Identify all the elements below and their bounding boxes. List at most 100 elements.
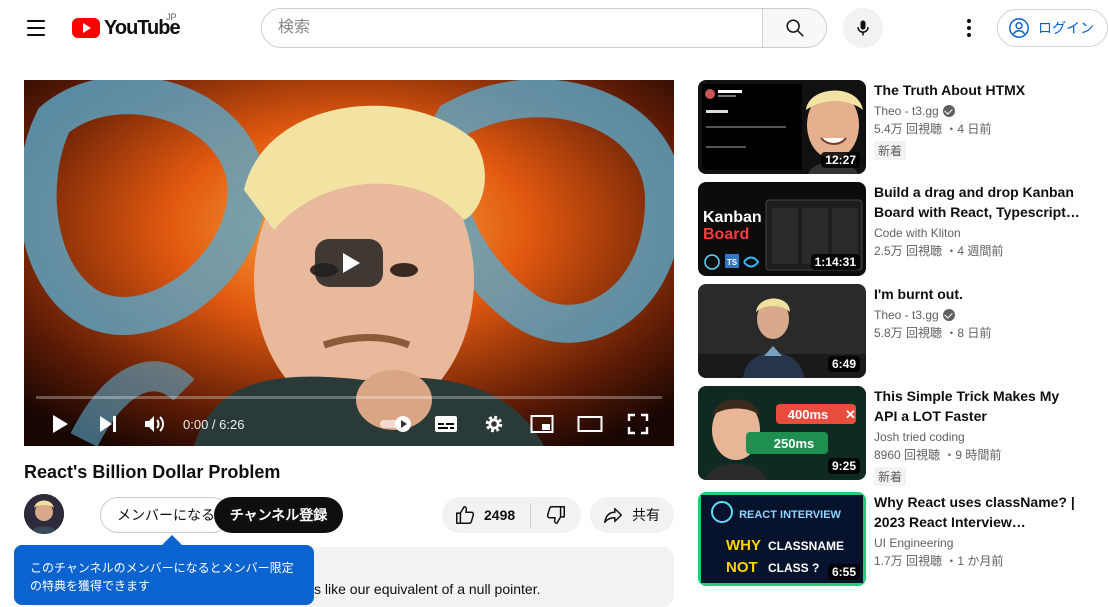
volume-button[interactable] <box>140 402 168 446</box>
thumbnail-text-kanban: Kanban <box>703 209 762 226</box>
thumbnail-text-fast: 250ms <box>774 436 814 451</box>
video-duration: 9:25 <box>827 458 860 474</box>
video-title[interactable]: Build a drag and drop Kanban Board with … <box>874 182 1080 222</box>
subtitles-icon <box>435 416 457 432</box>
thumbs-up-icon <box>456 506 475 524</box>
video-info: Why React uses className? | 2023 React I… <box>874 492 1084 569</box>
video-player[interactable]: 0:00 / 6:26 <box>24 80 674 446</box>
thumbnail-text-heading: REACT INTERVIEW <box>739 509 841 521</box>
recommendation-item[interactable]: TS Kanban Board 1:14:31 Build a drag and… <box>698 182 1098 276</box>
settings-more-icon[interactable] <box>953 12 985 44</box>
miniplayer-button[interactable] <box>528 402 556 446</box>
svg-text:✕: ✕ <box>845 407 856 422</box>
video-title[interactable]: The Truth About HTMX <box>874 80 1080 100</box>
channel-name-text: Theo - t3.gg <box>874 308 939 322</box>
avatar-image <box>24 494 64 534</box>
play-icon <box>53 415 68 433</box>
fullscreen-icon <box>627 413 649 435</box>
thumbnail-text-class: CLASS ? <box>768 561 819 575</box>
youtube-logo[interactable]: YouTube <box>72 16 181 40</box>
video-thumbnail[interactable]: TS Kanban Board 1:14:31 <box>698 182 866 276</box>
subtitles-button[interactable] <box>432 402 460 446</box>
like-count: 2498 <box>484 507 516 523</box>
gear-icon <box>485 415 503 433</box>
like-button[interactable]: 2498 <box>442 497 530 533</box>
account-icon <box>1009 18 1029 38</box>
video-meta: 2.5万 回視聴 ・4 週間前 <box>874 244 1004 258</box>
share-button[interactable]: 共有 <box>590 497 674 533</box>
video-info: I'm burnt out. Theo - t3.gg 5.8万 回視聴 ・8 … <box>874 284 1084 341</box>
autoplay-toggle[interactable] <box>378 402 414 446</box>
verified-badge-icon <box>942 105 955 117</box>
channel-name-text: Code with Kliton <box>874 226 961 240</box>
thumbnail-text-board: Board <box>703 226 749 243</box>
search-input[interactable] <box>262 9 762 47</box>
signin-label: ログイン <box>1038 20 1094 36</box>
video-title[interactable]: I'm burnt out. <box>874 284 1080 304</box>
subscribe-button[interactable]: チャンネル登録 <box>214 497 343 533</box>
recommendation-item[interactable]: REACT INTERVIEW WHY CLASSNAME NOT CLASS … <box>698 492 1098 586</box>
next-button[interactable] <box>94 402 122 446</box>
voice-search-button[interactable] <box>843 8 883 48</box>
video-title[interactable]: Why React uses className? | 2023 React I… <box>874 492 1080 532</box>
video-duration: 6:55 <box>827 564 860 580</box>
channel-name[interactable]: Theo - t3.gg <box>874 308 1084 322</box>
video-thumbnail[interactable]: REACT INTERVIEW WHY CLASSNAME NOT CLASS … <box>698 492 866 586</box>
channel-name-text: UI Engineering <box>874 536 954 550</box>
autoplay-icon <box>380 416 411 432</box>
tooltip-text: このチャンネルのメンバーになるとメンバー限定の特典を獲得できます <box>30 561 294 593</box>
large-play-button[interactable] <box>315 239 383 287</box>
progress-bar[interactable] <box>36 396 662 399</box>
video-thumbnail[interactable]: 400ms ✕ 250ms 9:25 <box>698 386 866 480</box>
video-title[interactable]: This Simple Trick Makes My API a LOT Fas… <box>874 386 1080 426</box>
thumbs-down-icon <box>546 506 565 524</box>
search-box <box>261 8 827 48</box>
search-icon <box>785 19 804 37</box>
player-controls: 0:00 / 6:26 <box>24 402 674 446</box>
recommendation-item[interactable]: 400ms ✕ 250ms 9:25 This Simple Trick Mak… <box>698 386 1098 486</box>
like-dislike-group: 2498 <box>442 497 581 533</box>
channel-name-text: Theo - t3.gg <box>874 104 939 118</box>
search-button[interactable] <box>762 9 826 47</box>
video-title: React's Billion Dollar Problem <box>24 462 281 482</box>
masthead: YouTube JP ログイン <box>0 0 1109 56</box>
membership-tooltip: このチャンネルのメンバーになるとメンバー限定の特典を獲得できます <box>14 535 314 605</box>
thumbnail-text-not: NOT <box>726 559 758 576</box>
video-info: The Truth About HTMX Theo - t3.gg 5.4万 回… <box>874 80 1084 160</box>
video-meta: 1.7万 回視聴 ・1 か月前 <box>874 554 1004 568</box>
video-duration: 12:27 <box>821 152 860 168</box>
signin-button[interactable]: ログイン <box>997 9 1108 47</box>
channel-avatar[interactable] <box>24 494 64 534</box>
channel-name[interactable]: Josh tried coding <box>874 430 1084 444</box>
channel-name[interactable]: Code with Kliton <box>874 226 1084 240</box>
ts-logo-text: TS <box>727 258 738 267</box>
video-thumbnail[interactable]: 6:49 <box>698 284 866 378</box>
share-icon <box>604 507 622 524</box>
video-meta: 5.8万 回視聴 ・8 日前 <box>874 326 992 340</box>
youtube-play-icon <box>72 18 100 38</box>
new-badge: 新着 <box>874 141 907 160</box>
menu-icon[interactable] <box>20 14 52 42</box>
fullscreen-button[interactable] <box>624 402 652 446</box>
dislike-button[interactable] <box>531 497 581 533</box>
description-snippet: s like our equivalent of a null pointer. <box>314 581 541 597</box>
thumbnail-text-slow: 400ms <box>788 407 828 422</box>
thumbnail-text-why: WHY <box>726 537 761 554</box>
verified-badge-icon <box>942 309 955 321</box>
video-meta: 5.4万 回視聴 ・4 日前 <box>874 122 992 136</box>
miniplayer-icon <box>530 415 554 433</box>
recommendation-item[interactable]: 6:49 I'm burnt out. Theo - t3.gg 5.8万 回視… <box>698 284 1098 378</box>
video-thumbnail[interactable]: 12:27 <box>698 80 866 174</box>
video-duration: 6:49 <box>827 356 860 372</box>
play-button[interactable] <box>46 402 74 446</box>
video-meta: 8960 回視聴 ・9 時間前 <box>874 448 1002 462</box>
microphone-icon <box>857 20 869 36</box>
channel-name[interactable]: UI Engineering <box>874 536 1084 550</box>
share-label: 共有 <box>632 507 660 523</box>
recommendation-item[interactable]: 12:27 The Truth About HTMX Theo - t3.gg … <box>698 80 1098 174</box>
join-membership-button[interactable]: メンバーになる <box>100 497 230 533</box>
volume-icon <box>145 416 164 432</box>
channel-name[interactable]: Theo - t3.gg <box>874 104 1084 118</box>
settings-button[interactable] <box>480 402 508 446</box>
theater-mode-button[interactable] <box>576 402 604 446</box>
